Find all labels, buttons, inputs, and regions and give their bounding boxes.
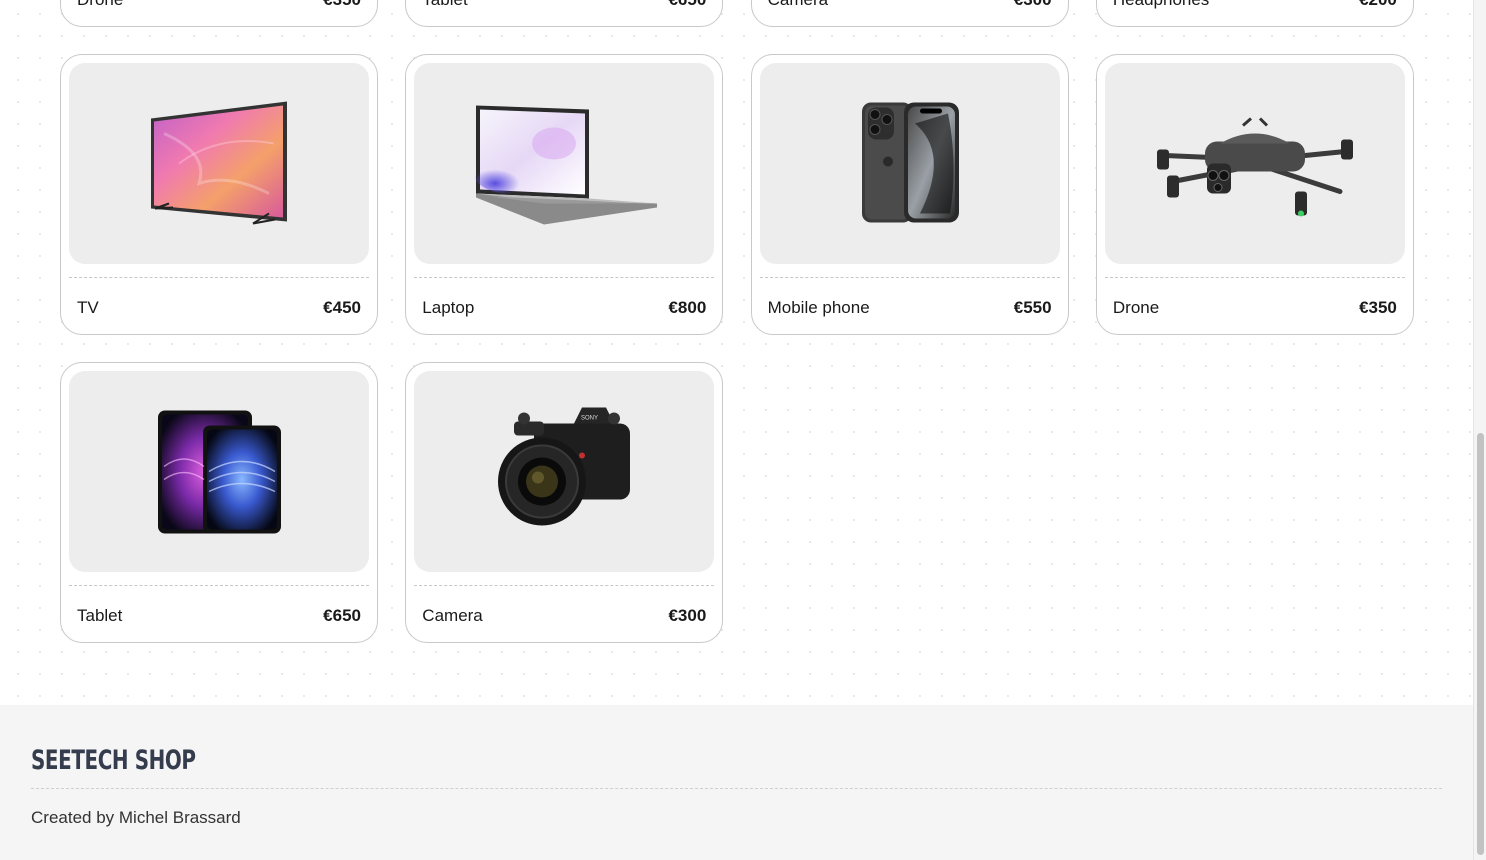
product-card[interactable]: TV €450 <box>60 54 378 335</box>
product-price: €350 <box>1359 298 1397 317</box>
drone-icon <box>1156 117 1353 217</box>
product-name: Headphones <box>1113 0 1209 10</box>
product-price: €650 <box>323 606 361 625</box>
tv-icon <box>151 101 287 225</box>
product-card[interactable]: Mobile phone €550 <box>750 54 1069 335</box>
product-name: Drone <box>77 0 123 10</box>
product-card[interactable]: Drone €350 <box>1095 54 1414 335</box>
product-name: Tablet <box>77 606 123 625</box>
product-name: Drone <box>1112 298 1160 317</box>
product-image: SONY <box>414 371 715 572</box>
product-card[interactable]: Laptop €800 <box>405 54 724 335</box>
camera-icon: SONY <box>498 407 631 526</box>
scrollbar[interactable] <box>1473 0 1486 860</box>
product-image <box>414 63 715 264</box>
product-price: €300 <box>668 606 707 625</box>
product-price: €550 <box>1013 298 1052 317</box>
product-image <box>1104 63 1405 264</box>
product-price: €800 <box>668 298 707 317</box>
product-name: Camera <box>422 606 483 625</box>
scrollbar-thumb[interactable] <box>1477 433 1484 855</box>
product-card[interactable]: Headphones €200 <box>1095 0 1414 27</box>
product-name: Laptop <box>422 298 475 317</box>
footer-credit: Created by Michel Brassard <box>31 808 241 827</box>
product-price: €350 <box>323 0 361 10</box>
laptop-icon <box>474 105 658 225</box>
mobile-phone-icon <box>861 102 959 223</box>
product-price: €650 <box>668 0 706 10</box>
product-name: Tablet <box>422 0 467 10</box>
product-price: €200 <box>1359 0 1397 10</box>
footer-brand: SEETECH SHOP <box>31 745 196 776</box>
product-card[interactable]: SONY Camera €300 <box>405 362 724 643</box>
product-card[interactable]: Tablet €650 <box>405 0 724 27</box>
product-image <box>69 371 369 572</box>
product-card[interactable]: Drone €350 <box>60 0 378 27</box>
footer: SEETECH SHOP Created by Michel Brassard <box>0 705 1474 860</box>
product-grid: Drone €350 Tablet €650 Camera €300 Headphon… <box>60 0 1414 643</box>
product-image <box>759 63 1060 264</box>
product-card[interactable]: Tablet €650 <box>60 362 378 643</box>
tablet-icon <box>158 410 281 534</box>
product-name: Mobile phone <box>767 298 870 317</box>
product-price: €450 <box>323 298 361 317</box>
product-image <box>69 63 369 264</box>
svg-text:SONY: SONY <box>581 416 598 422</box>
product-price: €300 <box>1014 0 1052 10</box>
product-name: Camera <box>768 0 828 10</box>
product-name: TV <box>77 298 99 317</box>
product-card[interactable]: Camera €300 <box>750 0 1069 27</box>
footer-divider <box>31 788 1442 789</box>
